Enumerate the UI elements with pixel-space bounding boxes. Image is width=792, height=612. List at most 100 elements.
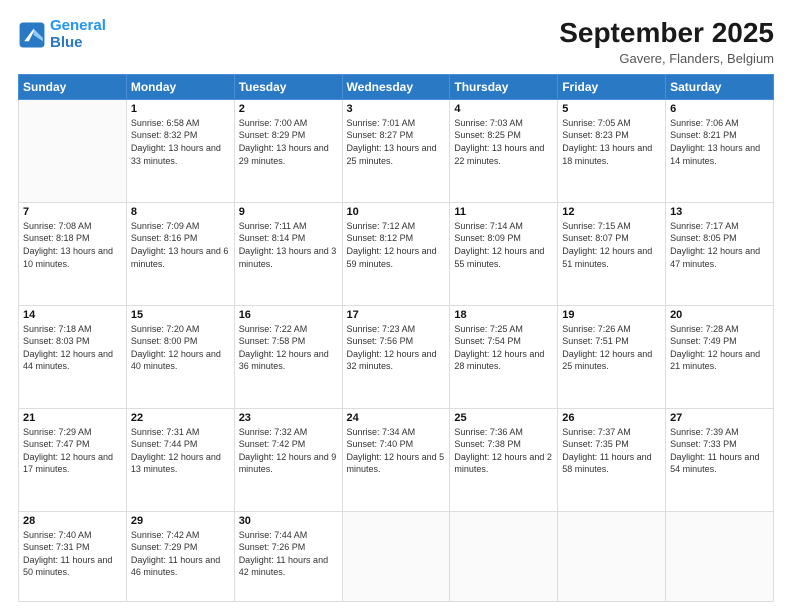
day-number: 10 bbox=[347, 206, 446, 218]
calendar-header-sunday: Sunday bbox=[19, 74, 127, 99]
day-number: 27 bbox=[670, 412, 769, 424]
calendar-day-cell: 25 Sunrise: 7:36 AM Sunset: 7:38 PM Dayli… bbox=[450, 408, 558, 511]
calendar-day-cell bbox=[666, 511, 774, 601]
page: General Blue September 2025 Gavere, Flan… bbox=[0, 0, 792, 612]
day-number: 29 bbox=[131, 515, 230, 527]
calendar-header-thursday: Thursday bbox=[450, 74, 558, 99]
calendar-day-cell: 2 Sunrise: 7:00 AM Sunset: 8:29 PM Daylig… bbox=[234, 99, 342, 202]
day-number: 12 bbox=[562, 206, 661, 218]
calendar-day-cell: 29 Sunrise: 7:42 AM Sunset: 7:29 PM Dayli… bbox=[126, 511, 234, 601]
day-number: 14 bbox=[23, 309, 122, 321]
calendar-day-cell bbox=[558, 511, 666, 601]
day-info: Sunrise: 7:20 AM Sunset: 8:00 PM Dayligh… bbox=[131, 323, 230, 373]
calendar-week-row: 28Sunrise: 7:40 AM Sunset: 7:31 PM Dayli… bbox=[19, 511, 774, 601]
calendar-day-cell: 26 Sunrise: 7:37 AM Sunset: 7:35 PM Dayli… bbox=[558, 408, 666, 511]
day-number: 13 bbox=[670, 206, 769, 218]
day-info: Sunrise: 7:34 AM Sunset: 7:40 PM Dayligh… bbox=[347, 426, 446, 476]
day-number: 26 bbox=[562, 412, 661, 424]
calendar-day-cell: 10Sunrise: 7:12 AM Sunset: 8:12 PM Dayli… bbox=[342, 202, 450, 305]
calendar-week-row: 14 Sunrise: 7:18 AM Sunset: 8:03 PM Dayli… bbox=[19, 305, 774, 408]
calendar-day-cell: 3Sunrise: 7:01 AM Sunset: 8:27 PM Daylig… bbox=[342, 99, 450, 202]
calendar-header-friday: Friday bbox=[558, 74, 666, 99]
day-number: 1 bbox=[131, 103, 230, 115]
logo-text: General Blue bbox=[50, 18, 106, 51]
day-number: 2 bbox=[239, 103, 338, 115]
calendar-day-cell: 15 Sunrise: 7:20 AM Sunset: 8:00 PM Dayli… bbox=[126, 305, 234, 408]
calendar-day-cell: 28Sunrise: 7:40 AM Sunset: 7:31 PM Dayli… bbox=[19, 511, 127, 601]
calendar-day-cell: 1 Sunrise: 6:58 AM Sunset: 8:32 PM Daylig… bbox=[126, 99, 234, 202]
calendar-day-cell: 8 Sunrise: 7:09 AM Sunset: 8:16 PM Daylig… bbox=[126, 202, 234, 305]
calendar-header-row: SundayMondayTuesdayWednesdayThursdayFrid… bbox=[19, 74, 774, 99]
day-number: 20 bbox=[670, 309, 769, 321]
logo-line2: Blue bbox=[50, 34, 83, 51]
day-info: Sunrise: 7:05 AM Sunset: 8:23 PM Dayligh… bbox=[562, 117, 661, 167]
calendar-day-cell: 21Sunrise: 7:29 AM Sunset: 7:47 PM Dayli… bbox=[19, 408, 127, 511]
day-number: 22 bbox=[131, 412, 230, 424]
calendar-day-cell: 30Sunrise: 7:44 AM Sunset: 7:26 PM Dayli… bbox=[234, 511, 342, 601]
calendar-day-cell bbox=[450, 511, 558, 601]
calendar-day-cell bbox=[19, 99, 127, 202]
calendar-header-monday: Monday bbox=[126, 74, 234, 99]
calendar-table: SundayMondayTuesdayWednesdayThursdayFrid… bbox=[18, 74, 774, 602]
day-info: Sunrise: 7:42 AM Sunset: 7:29 PM Dayligh… bbox=[131, 529, 230, 579]
logo: General Blue bbox=[18, 18, 106, 51]
day-info: Sunrise: 7:36 AM Sunset: 7:38 PM Dayligh… bbox=[454, 426, 553, 476]
day-info: Sunrise: 7:31 AM Sunset: 7:44 PM Dayligh… bbox=[131, 426, 230, 476]
calendar-day-cell: 22 Sunrise: 7:31 AM Sunset: 7:44 PM Dayli… bbox=[126, 408, 234, 511]
day-info: Sunrise: 7:09 AM Sunset: 8:16 PM Dayligh… bbox=[131, 220, 230, 270]
day-info: Sunrise: 7:08 AM Sunset: 8:18 PM Dayligh… bbox=[23, 220, 122, 270]
day-info: Sunrise: 7:26 AM Sunset: 7:51 PM Dayligh… bbox=[562, 323, 661, 373]
calendar-header-wednesday: Wednesday bbox=[342, 74, 450, 99]
day-info: Sunrise: 7:18 AM Sunset: 8:03 PM Dayligh… bbox=[23, 323, 122, 373]
day-info: Sunrise: 7:23 AM Sunset: 7:56 PM Dayligh… bbox=[347, 323, 446, 373]
calendar-week-row: 1 Sunrise: 6:58 AM Sunset: 8:32 PM Daylig… bbox=[19, 99, 774, 202]
day-number: 23 bbox=[239, 412, 338, 424]
calendar-day-cell: 23Sunrise: 7:32 AM Sunset: 7:42 PM Dayli… bbox=[234, 408, 342, 511]
calendar-header-saturday: Saturday bbox=[666, 74, 774, 99]
day-number: 18 bbox=[454, 309, 553, 321]
day-number: 24 bbox=[347, 412, 446, 424]
day-number: 11 bbox=[454, 206, 553, 218]
day-info: Sunrise: 7:39 AM Sunset: 7:33 PM Dayligh… bbox=[670, 426, 769, 476]
day-number: 8 bbox=[131, 206, 230, 218]
calendar-day-cell: 5 Sunrise: 7:05 AM Sunset: 8:23 PM Daylig… bbox=[558, 99, 666, 202]
day-number: 21 bbox=[23, 412, 122, 424]
day-number: 5 bbox=[562, 103, 661, 115]
header: General Blue September 2025 Gavere, Flan… bbox=[18, 18, 774, 66]
calendar-day-cell: 13 Sunrise: 7:17 AM Sunset: 8:05 PM Dayli… bbox=[666, 202, 774, 305]
day-info: Sunrise: 7:28 AM Sunset: 7:49 PM Dayligh… bbox=[670, 323, 769, 373]
calendar-day-cell: 7Sunrise: 7:08 AM Sunset: 8:18 PM Daylig… bbox=[19, 202, 127, 305]
calendar-day-cell: 18Sunrise: 7:25 AM Sunset: 7:54 PM Dayli… bbox=[450, 305, 558, 408]
day-info: Sunrise: 7:17 AM Sunset: 8:05 PM Dayligh… bbox=[670, 220, 769, 270]
day-info: Sunrise: 7:00 AM Sunset: 8:29 PM Dayligh… bbox=[239, 117, 338, 167]
title-block: September 2025 Gavere, Flanders, Belgium bbox=[559, 18, 774, 66]
main-title: September 2025 bbox=[559, 18, 774, 49]
day-info: Sunrise: 6:58 AM Sunset: 8:32 PM Dayligh… bbox=[131, 117, 230, 167]
calendar-day-cell: 4 Sunrise: 7:03 AM Sunset: 8:25 PM Daylig… bbox=[450, 99, 558, 202]
calendar-day-cell: 17 Sunrise: 7:23 AM Sunset: 7:56 PM Dayli… bbox=[342, 305, 450, 408]
calendar-day-cell: 6Sunrise: 7:06 AM Sunset: 8:21 PM Daylig… bbox=[666, 99, 774, 202]
day-info: Sunrise: 7:03 AM Sunset: 8:25 PM Dayligh… bbox=[454, 117, 553, 167]
day-info: Sunrise: 7:37 AM Sunset: 7:35 PM Dayligh… bbox=[562, 426, 661, 476]
calendar-week-row: 7Sunrise: 7:08 AM Sunset: 8:18 PM Daylig… bbox=[19, 202, 774, 305]
day-info: Sunrise: 7:15 AM Sunset: 8:07 PM Dayligh… bbox=[562, 220, 661, 270]
calendar-day-cell: 24 Sunrise: 7:34 AM Sunset: 7:40 PM Dayli… bbox=[342, 408, 450, 511]
day-number: 15 bbox=[131, 309, 230, 321]
day-info: Sunrise: 7:01 AM Sunset: 8:27 PM Dayligh… bbox=[347, 117, 446, 167]
day-number: 19 bbox=[562, 309, 661, 321]
calendar-day-cell: 27 Sunrise: 7:39 AM Sunset: 7:33 PM Dayli… bbox=[666, 408, 774, 511]
day-number: 6 bbox=[670, 103, 769, 115]
day-number: 16 bbox=[239, 309, 338, 321]
day-info: Sunrise: 7:22 AM Sunset: 7:58 PM Dayligh… bbox=[239, 323, 338, 373]
day-number: 17 bbox=[347, 309, 446, 321]
calendar-day-cell: 19 Sunrise: 7:26 AM Sunset: 7:51 PM Dayli… bbox=[558, 305, 666, 408]
calendar-day-cell: 11 Sunrise: 7:14 AM Sunset: 8:09 PM Dayli… bbox=[450, 202, 558, 305]
calendar-day-cell: 14 Sunrise: 7:18 AM Sunset: 8:03 PM Dayli… bbox=[19, 305, 127, 408]
logo-icon bbox=[18, 21, 46, 49]
day-info: Sunrise: 7:11 AM Sunset: 8:14 PM Dayligh… bbox=[239, 220, 338, 270]
calendar-day-cell: 20 Sunrise: 7:28 AM Sunset: 7:49 PM Dayli… bbox=[666, 305, 774, 408]
day-number: 4 bbox=[454, 103, 553, 115]
day-number: 25 bbox=[454, 412, 553, 424]
day-info: Sunrise: 7:14 AM Sunset: 8:09 PM Dayligh… bbox=[454, 220, 553, 270]
subtitle: Gavere, Flanders, Belgium bbox=[559, 51, 774, 66]
